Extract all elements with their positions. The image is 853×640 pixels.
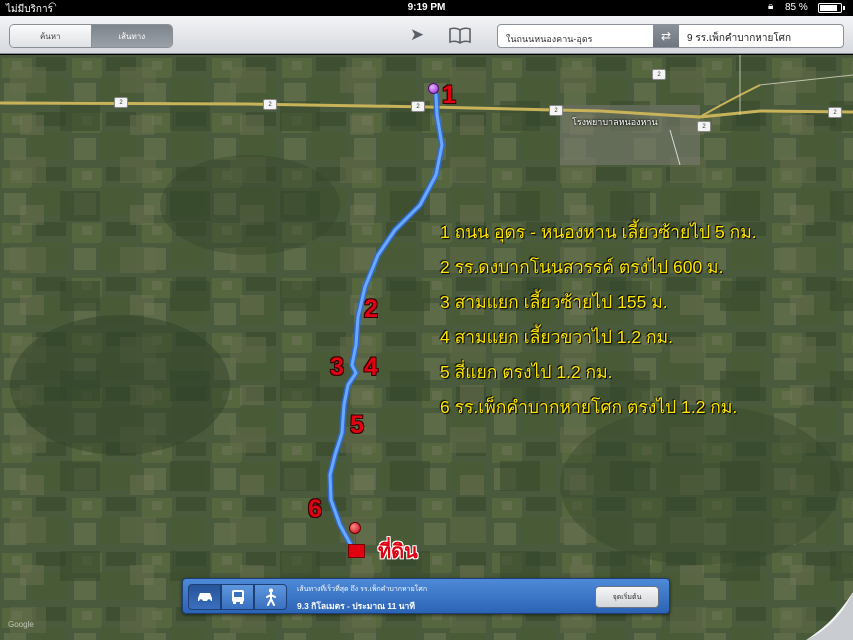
direction-step: 6 รร.เพ็กคำบากหายโศก ตรงไป 1.2 กม. — [440, 397, 738, 417]
step-number: 1 — [442, 81, 456, 109]
road-badge: 2 — [549, 105, 563, 116]
lock-icon: 🔒︎ — [768, 1, 774, 12]
road-badge: 2 — [114, 97, 128, 108]
place-label: โรงพยาบาลหนองหาน — [572, 117, 658, 127]
direction-step: 5 สี่แยก ตรงไป 1.2 กม. — [440, 362, 613, 382]
road-badge: 2 — [263, 99, 277, 110]
direction-step: 2 รร.ดงบากโนนสวรรค์ ตรงไป 600 ม. — [440, 257, 724, 277]
car-icon[interactable] — [188, 584, 221, 610]
map-watermark: Google — [8, 620, 34, 629]
step-number: 4 — [364, 353, 378, 381]
start-pin-icon[interactable] — [428, 83, 439, 94]
destination-pin-icon[interactable] — [349, 522, 361, 544]
destination-label: ที่ดิน — [378, 541, 418, 563]
direction-step: 4 สามแยก เลี้ยวขวาไป 1.2 กม. — [440, 327, 673, 347]
route-description: เส้นทางที่เร็วที่สุด ถึง รร.เพ็กคำบากหาย… — [297, 586, 428, 593]
status-time: 9:19 PM — [407, 2, 446, 13]
step-number: 5 — [350, 411, 364, 439]
search-tab[interactable]: ค้นหา — [10, 25, 92, 47]
directions-list: 1 ถนน อุดร - หนองหาน เลี้ยวซ้ายไป 5 กม. … — [440, 215, 757, 425]
maps-toolbar: ค้นหา เส้นทาง ➤ ในถนนหนองคาน-อุดร ⇄ 9 รร… — [0, 16, 853, 54]
battery-icon — [818, 3, 845, 13]
route-fields: ในถนนหนองคาน-อุดร ⇄ 9 รร.เพ็กคำบากหายโศก — [497, 24, 844, 48]
route-summary: เส้นทางที่เร็วที่สุด ถึง รร.เพ็กคำบากหาย… — [297, 584, 427, 613]
route-info-bar: เส้นทางที่เร็วที่สุด ถึง รร.เพ็กคำบากหาย… — [182, 578, 670, 614]
step-number: 3 — [330, 353, 344, 381]
road-badge: 2 — [652, 69, 666, 80]
location-arrow-icon[interactable]: ➤ — [405, 24, 429, 46]
bus-icon[interactable] — [221, 584, 254, 610]
step-number: 6 — [308, 495, 322, 523]
bookmarks-icon[interactable] — [448, 24, 472, 46]
directions-tab[interactable]: เส้นทาง — [91, 25, 172, 47]
road-badge: 2 — [411, 101, 425, 112]
destination-marker — [348, 544, 365, 558]
road-badge: 2 — [828, 107, 842, 118]
start-route-button[interactable]: จุดเริ่มต้น — [595, 586, 659, 608]
direction-step: 1 ถนน อุดร - หนองหาน เลี้ยวซ้ายไป 5 กม. — [440, 222, 757, 242]
step-number: 2 — [364, 295, 378, 323]
battery-percent: 85 % — [785, 2, 808, 13]
satellite-map[interactable]: 2 2 2 2 2 2 2 โรงพยาบาลหนองหาน 1 2 3 4 5… — [0, 55, 853, 640]
page-curl-icon[interactable] — [806, 592, 853, 640]
search-directions-toggle: ค้นหา เส้นทาง — [9, 24, 173, 48]
direction-step: 3 สามแยก เลี้ยวซ้ายไป 155 ม. — [440, 292, 668, 312]
route-distance-time: 9.3 กิโลเมตร - ประมาณ 11 นาที — [297, 601, 415, 611]
swap-route-icon[interactable]: ⇄ — [653, 25, 679, 47]
transport-mode-toggle — [188, 584, 287, 610]
route-end-field[interactable]: 9 รร.เพ็กคำบากหายโศก — [679, 25, 843, 47]
status-bar: ไม่มีบริการ ◠ 9:19 PM 🔒︎ 85 % — [0, 0, 853, 16]
road-badge: 2 — [697, 121, 711, 132]
route-start-field[interactable]: ในถนนหนองคาน-อุดร — [498, 25, 653, 47]
walk-icon[interactable] — [254, 584, 287, 610]
